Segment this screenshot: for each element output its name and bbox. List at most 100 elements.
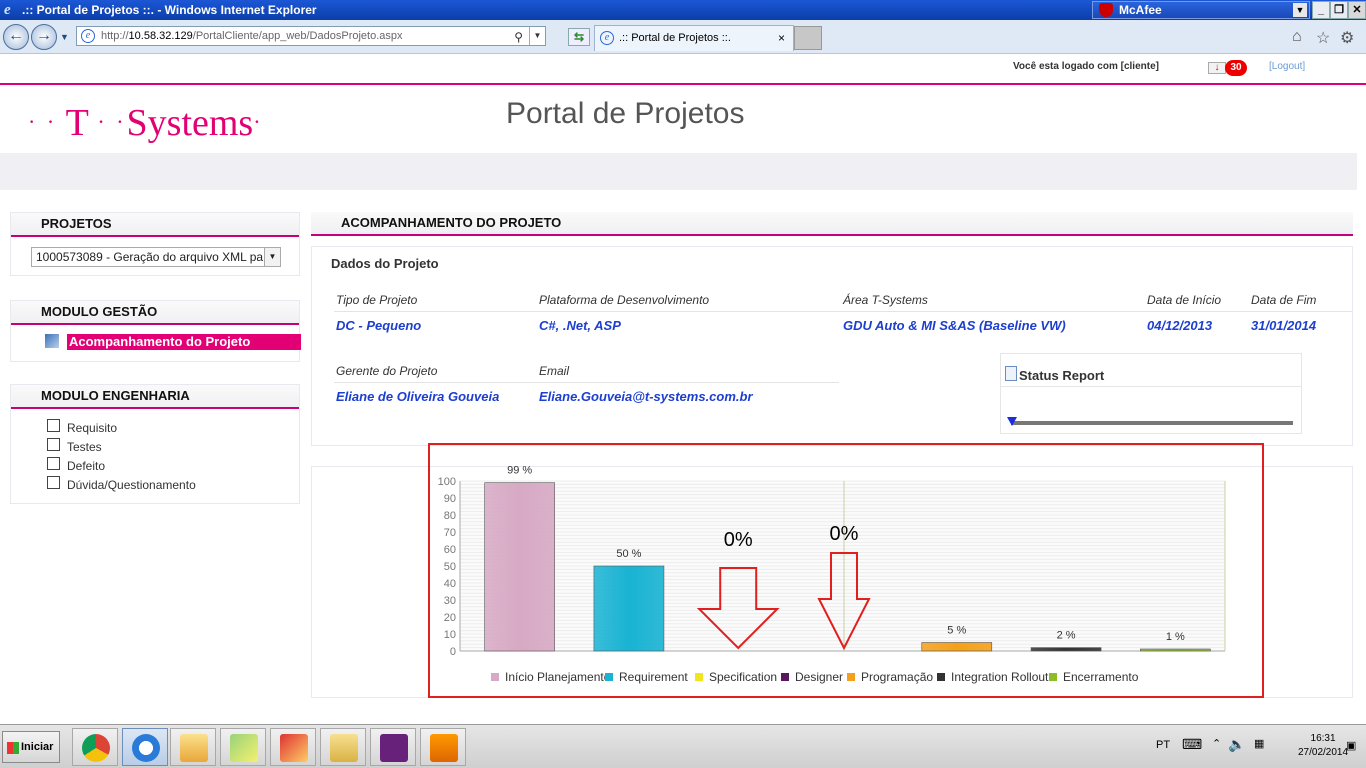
- address-path: /PortalCliente/app_web/DadosProjeto.aspx: [192, 30, 403, 42]
- chrome-taskbar-button[interactable]: [72, 728, 118, 766]
- chrome-icon: [82, 734, 110, 762]
- visual-studio-icon: [380, 734, 408, 762]
- value-plataforma: C#, .Net, ASP: [539, 318, 621, 333]
- highlight-frame: [428, 443, 1264, 698]
- testes-icon: ⊞: [47, 438, 60, 451]
- outlook-taskbar-button[interactable]: [170, 728, 216, 766]
- row-divider: [334, 311, 1352, 312]
- browser-tab[interactable]: e .:: Portal de Projetos ::. ×: [594, 25, 794, 51]
- logout-link[interactable]: [Logout]: [1269, 61, 1305, 72]
- project-select[interactable]: 1000573089 - Geração do arquivo XML pa ▼: [31, 247, 281, 267]
- sidebar-item-duvida[interactable]: Dúvida/Questionamento: [67, 478, 196, 492]
- ie-icon: e: [4, 2, 11, 18]
- main-section-header: ACOMPANHAMENTO DO PROJETO: [311, 212, 1353, 236]
- clock-time: 16:31: [1310, 733, 1336, 744]
- page-icon: e: [81, 29, 95, 43]
- logo-t: T: [65, 102, 89, 144]
- restore-button[interactable]: ❐: [1330, 1, 1348, 19]
- start-button[interactable]: Iniciar: [2, 731, 60, 763]
- sidebar-item-testes[interactable]: Testes: [67, 440, 102, 454]
- close-button[interactable]: ✕: [1348, 1, 1366, 19]
- language-indicator[interactable]: PT: [1156, 739, 1170, 751]
- address-bar[interactable]: e http://10.58.32.129/PortalCliente/app_…: [76, 26, 546, 46]
- keyboard-icon[interactable]: ⌨: [1182, 736, 1202, 753]
- favorites-star-icon[interactable]: ☆: [1316, 28, 1330, 48]
- duvida-icon: ?: [47, 476, 60, 489]
- outlook-icon: [180, 734, 208, 762]
- chart-icon: [45, 334, 59, 348]
- project-select-value: 1000573089 - Geração do arquivo XML pa: [36, 250, 264, 264]
- search-icon[interactable]: ⚲: [514, 28, 523, 46]
- media-player-icon: [430, 734, 458, 762]
- volume-icon[interactable]: 🔈: [1228, 736, 1245, 753]
- projetos-title: PROJETOS: [11, 213, 299, 237]
- row-divider: [334, 382, 839, 383]
- mcafee-toolbar[interactable]: McAfee ▼: [1092, 1, 1310, 19]
- start-label: Iniciar: [21, 741, 54, 753]
- status-progress-track: [1011, 421, 1293, 425]
- notes-taskbar-button[interactable]: [220, 728, 266, 766]
- network-icon[interactable]: ▦: [1254, 737, 1264, 750]
- tools-gear-icon[interactable]: ⚙: [1340, 28, 1354, 48]
- history-dropdown-icon[interactable]: ▼: [60, 32, 69, 42]
- visual-studio-taskbar-button[interactable]: [370, 728, 416, 766]
- dados-title: Dados do Projeto: [331, 256, 439, 271]
- label-fim: Data de Fim: [1251, 293, 1317, 307]
- page-title: Portal de Projetos: [506, 97, 745, 130]
- requisito-icon: ✎: [47, 419, 60, 432]
- logo-dots-mid: · ·: [88, 109, 127, 134]
- label-inicio: Data de Início: [1147, 293, 1222, 307]
- explorer-taskbar-button[interactable]: [320, 728, 366, 766]
- status-report-panel: Status Report: [1000, 353, 1302, 434]
- sidebar-item-requisito[interactable]: Requisito: [67, 421, 117, 435]
- header-divider: [0, 83, 1366, 85]
- app-taskbar-button[interactable]: [270, 728, 316, 766]
- show-hidden-icons-icon[interactable]: ⌃: [1212, 737, 1221, 750]
- action-center-icon[interactable]: ▣: [1346, 739, 1356, 752]
- mcafee-dropdown-icon[interactable]: ▼: [1293, 3, 1307, 17]
- navigation-bar: ← → ▼ e http://10.58.32.129/PortalClient…: [0, 20, 1366, 54]
- media-taskbar-button[interactable]: [420, 728, 466, 766]
- label-plataforma: Plataforma de Desenvolvimento: [539, 293, 710, 307]
- gestao-panel: MODULO GESTÃO Acompanhamento do Projeto: [10, 300, 301, 362]
- value-gerente: Eliane de Oliveira Gouveia: [336, 389, 500, 404]
- mail-icon[interactable]: ↓: [1208, 62, 1226, 74]
- address-dropdown-icon[interactable]: ▼: [529, 27, 545, 45]
- status-report-title: Status Report: [1019, 368, 1105, 383]
- refresh-button[interactable]: ⇆: [568, 28, 590, 46]
- main-section-title: ACOMPANHAMENTO DO PROJETO: [311, 212, 1353, 236]
- label-gerente: Gerente do Projeto: [336, 364, 438, 378]
- address-host: 10.58.32.129: [128, 30, 193, 42]
- label-tipo: Tipo de Projeto: [336, 293, 418, 307]
- value-fim: 31/01/2014: [1251, 318, 1317, 333]
- value-email[interactable]: Eliane.Gouveia@t-systems.com.br: [539, 389, 753, 404]
- chevron-down-icon[interactable]: ▼: [264, 248, 280, 266]
- back-button[interactable]: ←: [3, 24, 29, 50]
- tab-title: .:: Portal de Projetos ::.: [619, 32, 731, 44]
- tab-close-icon[interactable]: ×: [778, 26, 785, 50]
- label-area: Área T-Systems: [843, 293, 928, 307]
- engenharia-title: MODULO ENGENHARIA: [11, 385, 299, 409]
- mcafee-shield-icon: [1099, 3, 1113, 17]
- gestao-title: MODULO GESTÃO: [11, 301, 299, 325]
- folder-icon: [330, 734, 358, 762]
- defeito-icon: ✕: [47, 457, 60, 470]
- ie-taskbar-button[interactable]: [122, 728, 168, 766]
- acompanhamento-link[interactable]: Acompanhamento do Projeto: [67, 334, 301, 350]
- window-title: .:: Portal de Projetos ::. - Windows Int…: [22, 3, 317, 17]
- document-icon: [1005, 366, 1017, 381]
- forward-button[interactable]: →: [31, 24, 57, 50]
- new-tab-button[interactable]: [794, 26, 822, 50]
- value-tipo: DC - Pequeno: [336, 318, 422, 333]
- status-progress-marker[interactable]: [1007, 417, 1017, 426]
- sidebar-item-defeito[interactable]: Defeito: [67, 459, 105, 473]
- header-band: [0, 153, 1357, 190]
- minimize-button[interactable]: _: [1312, 1, 1330, 19]
- value-area: GDU Auto & MI S&AS (Baseline VW): [843, 318, 1066, 333]
- home-icon[interactable]: ⌂: [1292, 28, 1302, 46]
- label-email: Email: [539, 364, 570, 378]
- value-inicio: 04/12/2013: [1147, 318, 1213, 333]
- mcafee-label: McAfee: [1119, 3, 1162, 17]
- clock[interactable]: 16:31 27/02/2014: [1298, 732, 1348, 760]
- status-divider: [1001, 386, 1301, 387]
